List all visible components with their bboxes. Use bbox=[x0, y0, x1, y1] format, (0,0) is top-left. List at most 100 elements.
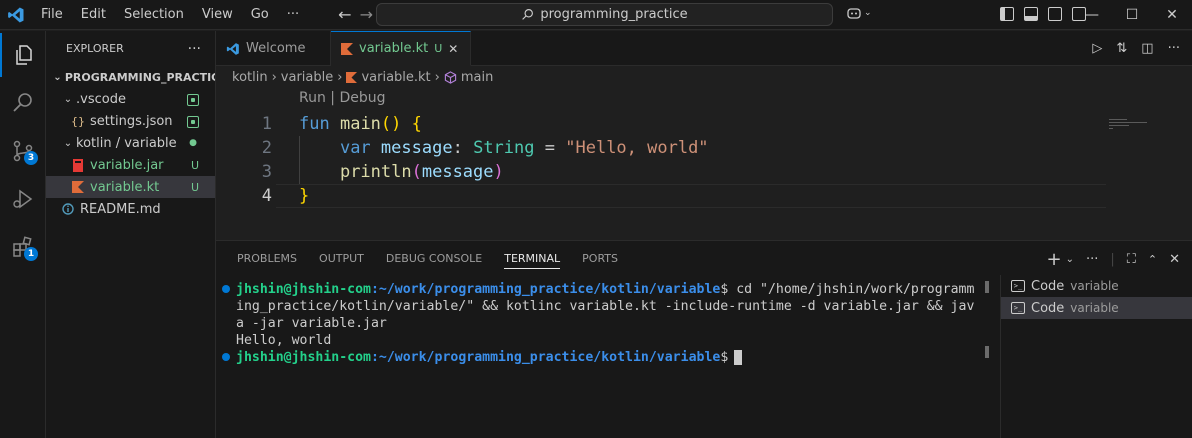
close-icon[interactable]: ✕ bbox=[1152, 0, 1192, 30]
codelens-run-debug[interactable]: Run | Debug bbox=[299, 90, 386, 106]
tab-problems[interactable]: PROBLEMS bbox=[226, 241, 308, 275]
tree-item-vscode[interactable]: ⌄ .vscode bbox=[46, 88, 215, 110]
line-number: 1 bbox=[261, 114, 272, 134]
run-icon[interactable]: ▷ bbox=[1092, 41, 1102, 56]
terminal-instance[interactable]: >_ Code variable bbox=[1001, 297, 1192, 319]
terminal-icon: >_ bbox=[1011, 302, 1025, 314]
menu-edit[interactable]: Edit bbox=[72, 0, 115, 30]
command-decoration-icon bbox=[222, 353, 230, 361]
toggle-secondary-sidebar-icon[interactable] bbox=[1048, 7, 1062, 21]
terminal-cursor bbox=[734, 349, 743, 365]
close-icon[interactable]: ✕ bbox=[448, 42, 458, 56]
tab-welcome[interactable]: Welcome bbox=[216, 31, 331, 66]
terminal-instance[interactable]: >_ Code variable bbox=[1001, 275, 1192, 297]
copilot-button[interactable]: ⌄ bbox=[846, 6, 872, 20]
chevron-down-icon: ⌄ bbox=[63, 137, 73, 149]
compare-changes-icon[interactable]: ⇅ bbox=[1116, 41, 1127, 56]
tree-item-variable-jar[interactable]: variable.jar U bbox=[46, 154, 215, 176]
run-debug-activity[interactable] bbox=[0, 177, 46, 221]
tree-item-variable-kt[interactable]: variable.kt U bbox=[46, 176, 215, 198]
workspace-root[interactable]: ⌄ PROGRAMMING_PRACTICE bbox=[46, 66, 215, 88]
terminal-scrollbar[interactable] bbox=[985, 281, 989, 361]
tab-terminal[interactable]: TERMINAL bbox=[493, 241, 571, 275]
explorer-more-button[interactable]: ··· bbox=[188, 41, 201, 57]
chevron-down-icon: ⌄ bbox=[53, 71, 62, 83]
editor-tabs: Welcome variable.kt U ✕ ▷ ⇅ ◫ ··· bbox=[216, 31, 1192, 66]
more-actions-icon[interactable]: ··· bbox=[1168, 41, 1180, 56]
tree-item-readme[interactable]: README.md bbox=[46, 198, 215, 220]
breadcrumb-item[interactable]: variable.kt bbox=[361, 70, 430, 85]
command-decoration-icon bbox=[222, 285, 230, 293]
toggle-primary-sidebar-icon[interactable] bbox=[1000, 7, 1014, 21]
maximize-panel-icon[interactable]: ⛶ bbox=[1127, 252, 1136, 267]
line-number: 2 bbox=[261, 138, 272, 158]
split-editor-icon[interactable]: ◫ bbox=[1141, 41, 1153, 56]
code-line-4: 4 } bbox=[216, 184, 1192, 208]
close-panel-icon[interactable]: ✕ bbox=[1169, 252, 1180, 267]
tree-item-label: variable.jar bbox=[90, 157, 164, 173]
tree-item-kotlin-variable[interactable]: ⌄ kotlin / variable ● bbox=[46, 132, 215, 154]
chevron-right-icon: › bbox=[434, 69, 440, 85]
search-icon bbox=[13, 93, 32, 112]
source-control-activity[interactable]: 3 bbox=[0, 129, 46, 173]
modified-dot-icon bbox=[187, 114, 199, 128]
toggle-panel-icon[interactable] bbox=[1024, 7, 1038, 21]
untracked-status: U bbox=[190, 180, 199, 194]
files-icon bbox=[16, 45, 32, 65]
menu-go[interactable]: Go bbox=[242, 0, 278, 30]
tab-variable-kt[interactable]: variable.kt U ✕ bbox=[331, 31, 471, 66]
search-activity[interactable] bbox=[0, 81, 46, 125]
terminal-list: >_ Code variable >_ Code variable bbox=[1000, 275, 1192, 438]
breadcrumb-item[interactable]: main bbox=[461, 70, 493, 85]
tree-item-settings-json[interactable]: {} settings.json bbox=[46, 110, 215, 132]
minimap[interactable] bbox=[1109, 119, 1154, 129]
terminal-line: a -jar variable.jar bbox=[236, 316, 387, 331]
minimize-icon[interactable]: — bbox=[1072, 0, 1112, 30]
tab-output[interactable]: OUTPUT bbox=[308, 241, 375, 275]
info-icon bbox=[60, 203, 76, 215]
tab-debug-console[interactable]: DEBUG CONSOLE bbox=[375, 241, 493, 275]
copilot-icon bbox=[847, 8, 861, 19]
breadcrumb: kotlin › variable › variable.kt › main bbox=[216, 66, 1192, 88]
terminal-line: jhshin@jhshin-com:~/work/programming_pra… bbox=[222, 281, 987, 298]
workspace-root-label: PROGRAMMING_PRACTICE bbox=[64, 70, 215, 84]
terminal-output[interactable]: jhshin@jhshin-com:~/work/programming_pra… bbox=[222, 281, 987, 366]
terminal-line: ing_practice/kotlin/variable/" && kotlin… bbox=[236, 299, 975, 314]
tab-ports[interactable]: PORTS bbox=[571, 241, 629, 275]
tab-status: U bbox=[434, 42, 443, 55]
line-number: 3 bbox=[261, 162, 272, 182]
kotlin-file-icon bbox=[346, 71, 358, 83]
kotlin-file-icon bbox=[341, 42, 353, 55]
chevron-up-icon[interactable]: ⌃ bbox=[1148, 253, 1157, 266]
chevron-down-icon: ⌄ bbox=[864, 8, 872, 18]
chevron-right-icon: › bbox=[337, 69, 343, 85]
window-controls: — ☐ ✕ bbox=[1072, 0, 1192, 30]
menu-file[interactable]: File bbox=[32, 0, 72, 30]
extensions-badge: 1 bbox=[24, 247, 38, 261]
more-actions-icon[interactable]: ··· bbox=[1086, 252, 1098, 267]
extensions-activity[interactable]: 1 bbox=[0, 225, 46, 269]
breadcrumb-item[interactable]: kotlin bbox=[232, 70, 268, 85]
tab-label: Welcome bbox=[246, 41, 306, 56]
vscode-logo-icon bbox=[226, 42, 239, 55]
menu-view[interactable]: View bbox=[193, 0, 242, 30]
command-center-search[interactable]: programming_practice bbox=[376, 3, 833, 26]
terminal-icon: >_ bbox=[1011, 280, 1025, 292]
menu-bar: File Edit Selection View Go ··· bbox=[32, 0, 308, 30]
chevron-down-icon[interactable]: ⌄ bbox=[1066, 254, 1074, 265]
divider: | bbox=[1110, 252, 1115, 267]
editor-area: Welcome variable.kt U ✕ ▷ ⇅ ◫ ··· kotlin… bbox=[216, 31, 1192, 240]
tree-item-label: variable.kt bbox=[90, 179, 160, 195]
menu-selection[interactable]: Selection bbox=[115, 0, 193, 30]
command-center-label: programming_practice bbox=[540, 7, 688, 22]
forward-arrow-icon[interactable]: → bbox=[360, 5, 373, 24]
breadcrumb-item[interactable]: variable bbox=[281, 70, 333, 85]
back-arrow-icon[interactable]: ← bbox=[338, 5, 351, 24]
bottom-panel: PROBLEMS OUTPUT DEBUG CONSOLE TERMINAL P… bbox=[216, 240, 1192, 438]
json-icon: {} bbox=[71, 114, 85, 128]
new-terminal-icon[interactable]: + bbox=[1046, 249, 1061, 270]
terminal-line: jhshin@jhshin-com:~/work/programming_pra… bbox=[222, 349, 987, 366]
explorer-activity[interactable] bbox=[0, 33, 46, 77]
maximize-icon[interactable]: ☐ bbox=[1112, 0, 1152, 30]
menu-more[interactable]: ··· bbox=[278, 0, 308, 30]
